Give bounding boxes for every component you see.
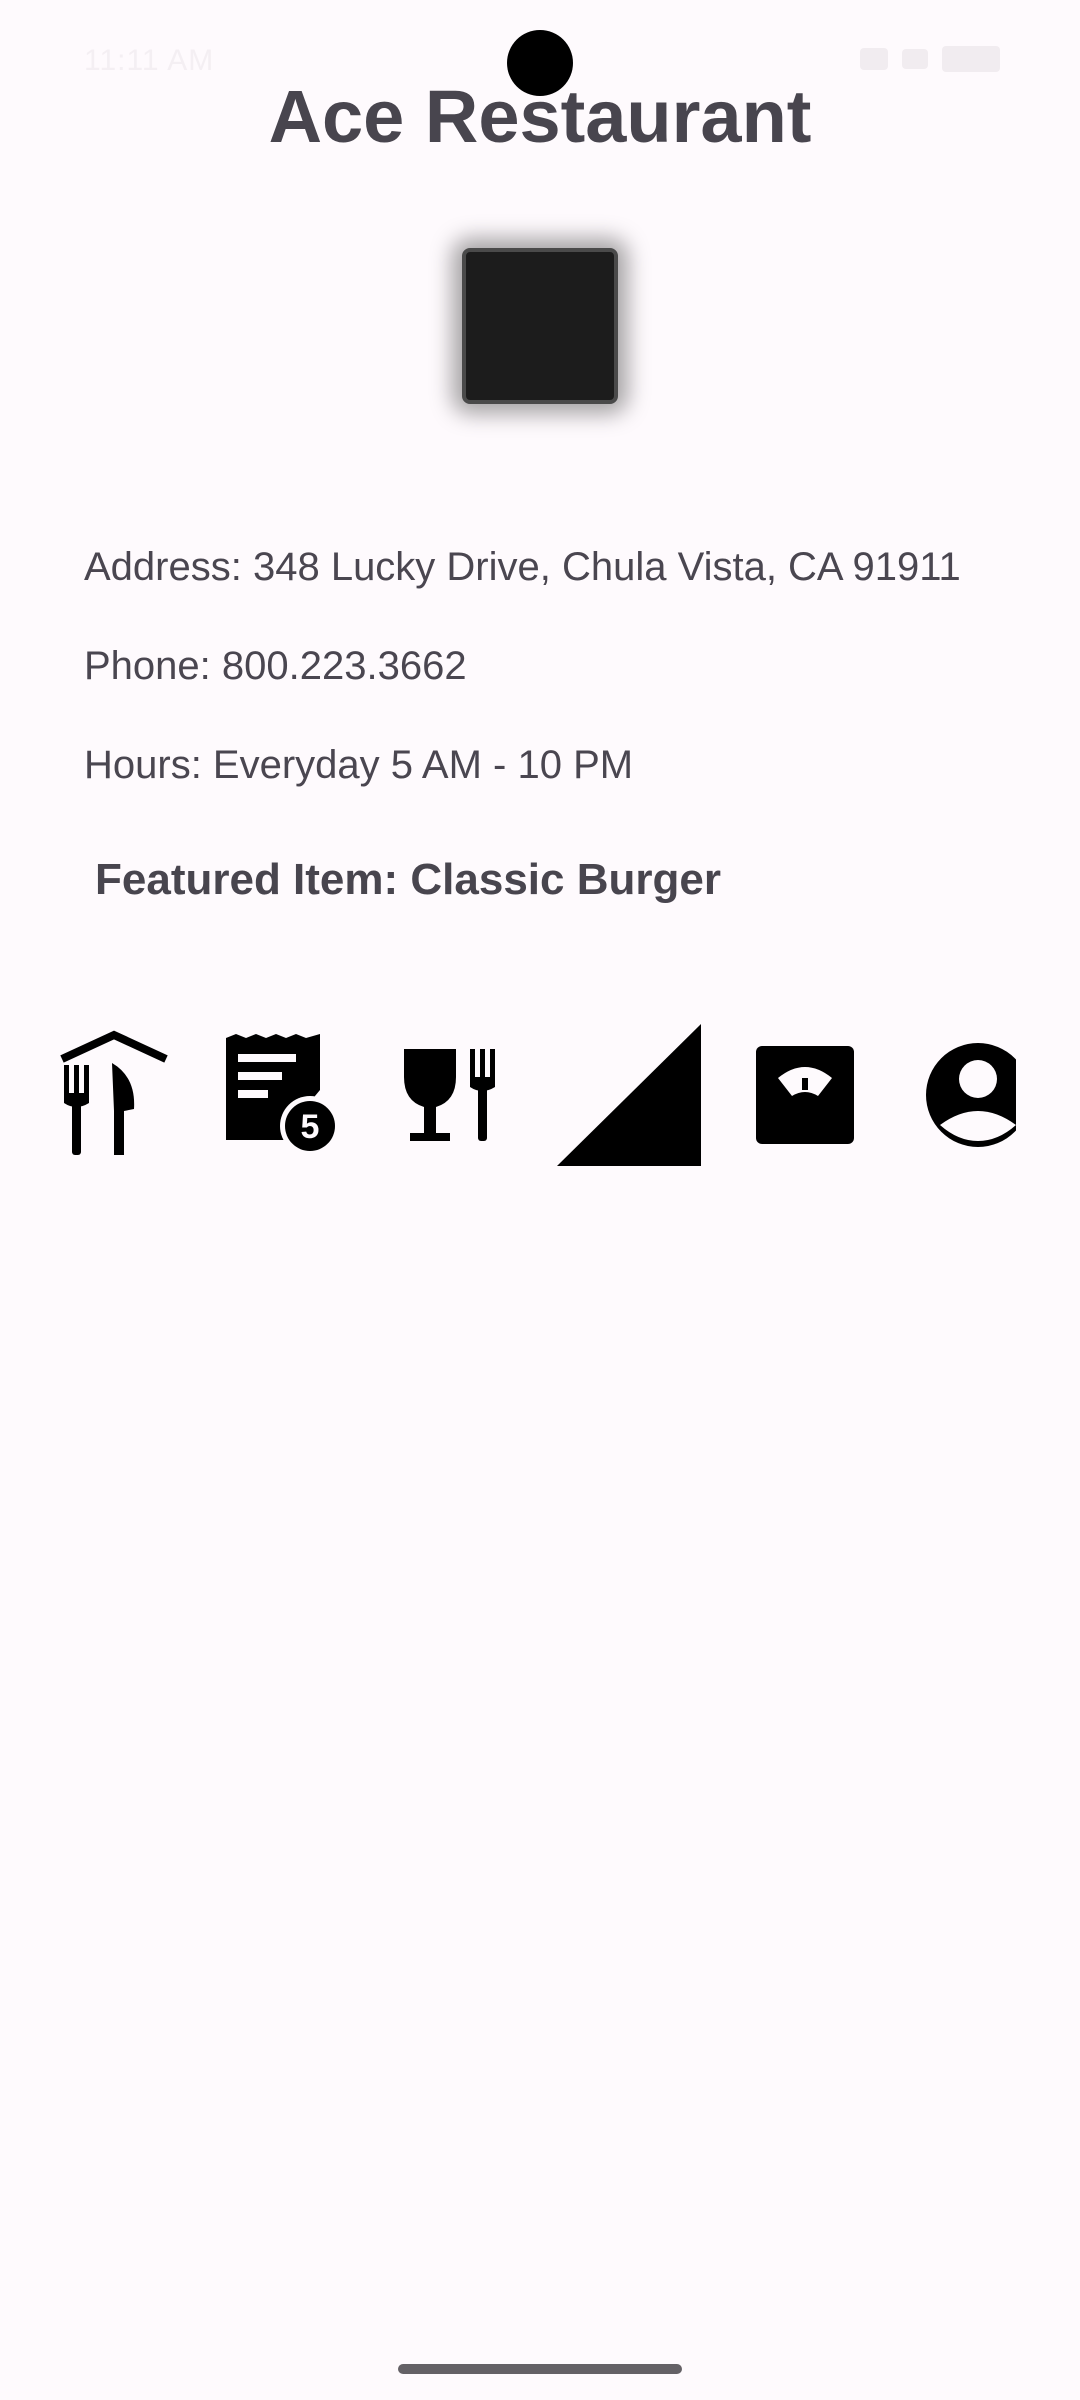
status-icons [860, 46, 1000, 72]
receipt-badge-icon: 5 [226, 1034, 340, 1156]
hours-text: Hours: Everyday 5 AM - 10 PM [84, 743, 634, 787]
restaurant-home-icon [60, 1030, 168, 1155]
gesture-nav-bar[interactable] [398, 2364, 682, 2374]
nav-signal-button[interactable] [555, 1020, 701, 1170]
featured-item: Featured Item: Classic Burger [95, 855, 721, 904]
page-title: Ace Restaurant [268, 75, 812, 158]
wifi-icon [902, 49, 928, 69]
phone-text: Phone: 800.223.3662 [84, 644, 467, 688]
nav-account-button[interactable] [924, 1020, 1018, 1170]
battery-icon [942, 46, 1000, 72]
icon-nav-row: 5 [0, 1020, 1080, 1170]
address-text: Address: 348 Lucky Drive, Chula Vista, C… [84, 545, 961, 589]
nav-orders-button[interactable]: 5 [222, 1020, 344, 1170]
nav-scale-button[interactable] [754, 1020, 856, 1170]
restaurant-logo [462, 248, 618, 404]
receipt-badge-count: 5 [301, 1108, 320, 1146]
scale-icon [756, 1046, 854, 1144]
wine-dining-icon [404, 1049, 495, 1141]
nav-dining-button[interactable] [400, 1020, 514, 1170]
logo-square [462, 248, 618, 404]
app-screen: 11:11 AM Ace Restaurant Address: 348 Luc… [0, 0, 1080, 2400]
nav-restaurant-button[interactable] [60, 1020, 170, 1170]
signal-icon [860, 48, 888, 70]
status-time: 11:11 AM [84, 44, 215, 77]
signal-cellular-icon [557, 1024, 701, 1166]
account-circle-icon [926, 1043, 1016, 1147]
